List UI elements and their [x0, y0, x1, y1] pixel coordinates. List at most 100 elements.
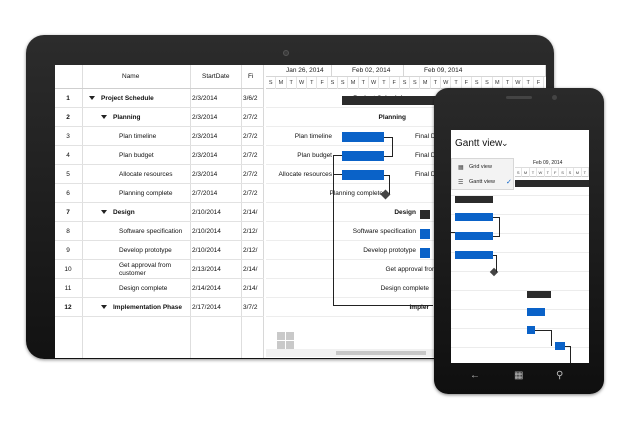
bar-label: Allocate resources — [278, 171, 332, 178]
day-label: T — [545, 168, 552, 177]
table-row[interactable]: 7 Design 2/10/2014 2/14/ — [55, 203, 264, 222]
finish-date: 2/7/2 — [243, 133, 258, 140]
finish-date: 2/7/2 — [243, 114, 258, 121]
dependency-line — [392, 137, 393, 157]
task-bar[interactable] — [455, 213, 493, 221]
task-bar[interactable] — [420, 229, 430, 239]
summary-bar[interactable] — [455, 196, 493, 203]
dependency-line — [384, 137, 392, 138]
scroll-thumb[interactable] — [336, 351, 426, 355]
summary-bar[interactable] — [342, 96, 437, 105]
row-id: 4 — [66, 152, 70, 159]
collapse-triangle-icon[interactable] — [89, 96, 95, 101]
summary-bar[interactable] — [527, 291, 551, 298]
bar-label: Plan budget — [297, 152, 332, 159]
summary-bar[interactable] — [420, 210, 430, 219]
view-menu: ▦ Grid view ☰ Gantt view ✓ — [451, 158, 514, 190]
chevron-down-icon[interactable]: ⌄ — [501, 138, 509, 149]
finish-date: 2/12/ — [243, 228, 258, 235]
task-bar[interactable] — [527, 308, 545, 316]
bar-trailing-label: Final D — [415, 171, 436, 178]
dependency-line — [333, 155, 334, 305]
task-bar[interactable] — [420, 248, 430, 258]
task-name: Design complete — [119, 285, 168, 292]
task-bar[interactable] — [555, 342, 565, 350]
task-name: Get approval from customer — [119, 262, 172, 277]
dependency-line — [389, 175, 390, 194]
view-title[interactable]: Gantt view — [455, 138, 502, 149]
row-id: 10 — [64, 266, 72, 273]
day-label: T — [359, 77, 369, 89]
column-header-finish[interactable]: Fi — [248, 73, 253, 80]
dependency-line — [333, 305, 433, 306]
day-label: M — [276, 77, 287, 89]
day-label: S — [338, 77, 349, 89]
start-date: 2/3/2014 — [192, 95, 218, 102]
table-row[interactable]: 2 Planning 2/3/2014 2/7/2 — [55, 108, 264, 127]
bar-trailing-label: Final D — [415, 133, 436, 140]
task-bar[interactable] — [342, 170, 384, 180]
task-bar[interactable] — [455, 251, 493, 259]
row-id: 2 — [66, 114, 70, 121]
task-bar[interactable] — [455, 232, 493, 240]
bar-label: Planning — [378, 114, 406, 121]
collapse-triangle-icon[interactable] — [101, 115, 107, 120]
finish-date: 2/7/2 — [243, 190, 258, 197]
collapse-triangle-icon[interactable] — [101, 210, 107, 215]
task-grid: Name StartDate Fi 1 Project Schedule 2/3/2… — [55, 65, 264, 358]
row-id: 3 — [66, 133, 70, 140]
day-label: T — [307, 77, 318, 89]
table-row[interactable]: 9 Develop prototype 2/10/2014 2/12/ — [55, 241, 264, 260]
menu-item-gantt-view[interactable]: ☰ Gantt view ✓ — [452, 175, 515, 190]
table-row[interactable]: 8 Software specification 2/10/2014 2/12/ — [55, 222, 264, 241]
table-row[interactable]: 3 Plan timeline 2/3/2014 2/7/2 — [55, 127, 264, 146]
tablet-camera — [283, 50, 289, 56]
dependency-line — [570, 346, 571, 363]
grid-header: Name StartDate Fi — [55, 65, 264, 89]
dependency-line — [535, 330, 551, 331]
table-row[interactable]: 6 Planning complete 2/7/2014 2/7/2 — [55, 184, 264, 203]
day-label: S — [559, 168, 567, 177]
day-label: M — [421, 77, 431, 89]
table-row[interactable]: 4 Plan budget 2/3/2014 2/7/2 — [55, 146, 264, 165]
task-name: Develop prototype — [119, 247, 172, 254]
start-date: 2/3/2014 — [192, 133, 218, 140]
day-label: M — [522, 168, 530, 177]
row-id: 11 — [64, 285, 72, 292]
start-date: 2/7/2014 — [192, 190, 218, 197]
finish-date: 2/7/2 — [243, 171, 258, 178]
table-row[interactable]: 10 Get approval from customer 2/13/2014 2/1… — [55, 260, 264, 279]
table-row[interactable]: 1 Project Schedule 2/3/2014 3/6/2 — [55, 89, 264, 108]
column-header-name[interactable]: Name — [122, 73, 139, 80]
back-icon[interactable]: ← — [470, 370, 480, 381]
bar-label: Develop prototype — [363, 247, 416, 254]
column-header-startdate[interactable]: StartDate — [202, 73, 229, 80]
task-name: Design — [101, 209, 135, 216]
dependency-line — [499, 217, 500, 237]
search-icon[interactable]: ⚲ — [556, 370, 563, 381]
bar-trailing-label: Final D — [415, 152, 436, 159]
row-id: 5 — [66, 171, 70, 178]
table-row[interactable]: 11 Design complete 2/14/2014 2/14/ — [55, 279, 264, 298]
windows-home-icon[interactable] — [277, 332, 295, 350]
phone-speaker — [506, 96, 532, 99]
task-name: Plan budget — [119, 152, 154, 159]
chart-row — [451, 310, 589, 329]
windows-icon[interactable]: ▦ — [514, 370, 523, 381]
table-row[interactable]: 12 Implementation Phase 2/17/2014 3/7/2 — [55, 298, 264, 317]
menu-item-grid-view[interactable]: ▦ Grid view — [452, 160, 515, 175]
task-bar[interactable] — [527, 326, 535, 334]
collapse-triangle-icon[interactable] — [101, 305, 107, 310]
grid-icon: ▦ — [458, 165, 464, 171]
task-bar[interactable] — [342, 151, 384, 161]
dependency-line — [496, 255, 497, 272]
task-name: Project Schedule — [89, 95, 154, 102]
start-date: 2/3/2014 — [192, 114, 218, 121]
day-label: W — [297, 77, 308, 89]
row-id: 1 — [66, 95, 70, 102]
table-row[interactable]: 5 Allocate resources 2/3/2014 2/7/2 — [55, 165, 264, 184]
day-label: T — [431, 77, 442, 89]
task-bar[interactable] — [342, 132, 384, 142]
summary-bar[interactable] — [515, 180, 589, 187]
day-label: S — [515, 168, 523, 177]
